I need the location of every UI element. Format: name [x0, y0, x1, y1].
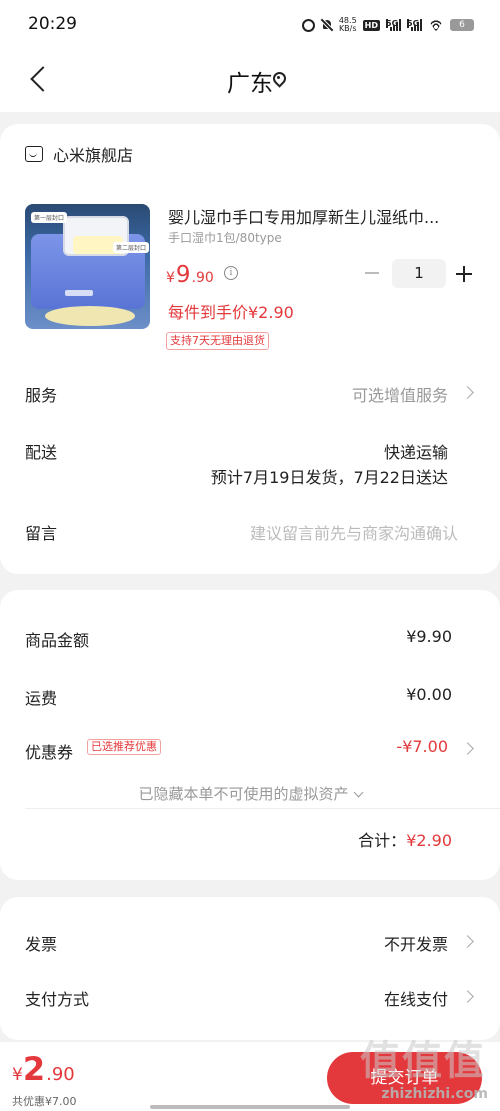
status-icons: 48.5 KB/s HD 5G 5G 6 — [301, 16, 474, 34]
nav-bar: 广东 — [0, 50, 500, 112]
freight-label: 运费 — [25, 689, 58, 708]
signal-icon-1: 5G — [386, 19, 401, 31]
pay-decimal: .90 — [46, 1064, 75, 1085]
location-pin-icon[interactable] — [272, 72, 286, 88]
delivery-method: 快递运输 — [383, 443, 448, 462]
product-image[interactable]: 第一层封口 第二层封口 — [25, 204, 150, 329]
price-integer: 9 — [175, 262, 191, 288]
invoice-value[interactable]: 不开发票 — [384, 931, 448, 955]
order-product-card: 心米旗舰店 第一层封口 第二层封口 婴儿湿巾手口专用加厚新生儿湿纸巾... 手口… — [0, 124, 500, 574]
coupon-chevron-icon[interactable] — [461, 742, 474, 755]
invoice-chevron-icon[interactable] — [461, 935, 474, 948]
total-discount: 共优惠¥7.00 — [12, 1095, 77, 1108]
signal-label-2: 5G — [407, 19, 420, 28]
goods-amount-label: 商品金额 — [25, 631, 90, 650]
pay-currency: ¥ — [12, 1065, 23, 1085]
product-price: ¥9.90 — [166, 262, 214, 288]
total-row: 合计：¥2.90 — [358, 827, 452, 851]
signal-icon-2: 5G — [407, 19, 422, 31]
goods-amount-value: ¥9.90 — [406, 627, 452, 646]
invoice-payment-card: 发票 不开发票 支付方式 在线支付 — [0, 897, 500, 1040]
coupon-label: 优惠券 — [25, 743, 74, 762]
service-value[interactable]: 可选增值服务 — [352, 382, 448, 406]
product-base — [45, 306, 135, 326]
battery-icon: 6 — [450, 19, 474, 31]
return-policy-badge: 支持7天无理由退货 — [166, 332, 269, 350]
delivery-date: 预计7月19日发货，7月22日送达 — [210, 468, 448, 487]
status-bar: 20:29 48.5 KB/s HD 5G 5G 6 — [0, 0, 500, 50]
freight-value: ¥0.00 — [406, 685, 452, 704]
price-currency: ¥ — [166, 270, 175, 286]
message-label: 留言 — [25, 524, 58, 543]
home-indicator[interactable] — [150, 1105, 350, 1109]
product-spec[interactable]: 手口湿巾1包/80type — [168, 229, 282, 246]
total-label: 合计： — [358, 831, 407, 850]
pay-integer: 2 — [22, 1050, 46, 1088]
bottom-action-bar: ¥2.90 共优惠¥7.00 提交订单 — [0, 1042, 500, 1111]
alarm-icon — [301, 18, 315, 32]
mute-icon — [321, 19, 333, 31]
info-icon[interactable]: i — [224, 266, 238, 280]
shop-icon — [25, 146, 43, 162]
status-time: 20:29 — [28, 14, 77, 34]
product-title[interactable]: 婴儿湿巾手口专用加厚新生儿湿纸巾... — [168, 204, 478, 228]
shop-header[interactable]: 心米旗舰店 — [25, 142, 133, 166]
total-value: ¥2.90 — [406, 831, 452, 850]
image-tag-second-seal: 第二层封口 — [113, 242, 150, 253]
net-speed: 48.5 KB/s — [339, 17, 357, 33]
unit-price: 每件到手价¥2.90 — [168, 303, 294, 322]
hidden-assets-text: 已隐藏本单不可使用的虚拟资产 — [138, 785, 349, 803]
divider — [25, 808, 500, 809]
quantity-input[interactable]: 1 — [392, 259, 446, 288]
page-title[interactable]: 广东 — [0, 64, 500, 98]
price-summary-card: 商品金额 ¥9.90 运费 ¥0.00 优惠券 已选推荐优惠 -¥7.00 已隐… — [0, 590, 500, 880]
delivery-label: 配送 — [25, 443, 58, 462]
shop-name: 心米旗舰店 — [53, 146, 134, 165]
payment-method-label: 支付方式 — [25, 990, 90, 1009]
quantity-plus-button[interactable] — [456, 266, 472, 282]
payment-chevron-icon[interactable] — [461, 990, 474, 1003]
submit-order-button[interactable]: 提交订单 — [327, 1052, 482, 1104]
hidden-assets-toggle[interactable]: 已隐藏本单不可使用的虚拟资产 — [0, 783, 500, 804]
signal-label-1: 5G — [386, 19, 399, 28]
net-speed-unit: KB/s — [338, 24, 357, 33]
coupon-badge: 已选推荐优惠 — [87, 739, 161, 755]
hd-icon: HD — [362, 19, 380, 31]
pay-amount: ¥2.90 — [12, 1050, 75, 1088]
message-input[interactable]: 建议留言前先与商家沟通确认 — [250, 520, 458, 544]
price-decimal: .90 — [191, 270, 214, 286]
payment-method-value[interactable]: 在线支付 — [384, 986, 448, 1010]
chevron-down-icon — [353, 787, 363, 798]
wifi-icon — [428, 19, 444, 31]
service-label: 服务 — [25, 386, 58, 405]
product-logo — [65, 290, 93, 296]
image-tag-first-seal: 第一层封口 — [31, 212, 68, 223]
invoice-label: 发票 — [25, 935, 58, 954]
coupon-value[interactable]: -¥7.00 — [396, 737, 448, 756]
service-chevron-icon[interactable] — [461, 386, 474, 399]
quantity-minus-button[interactable] — [365, 272, 379, 274]
